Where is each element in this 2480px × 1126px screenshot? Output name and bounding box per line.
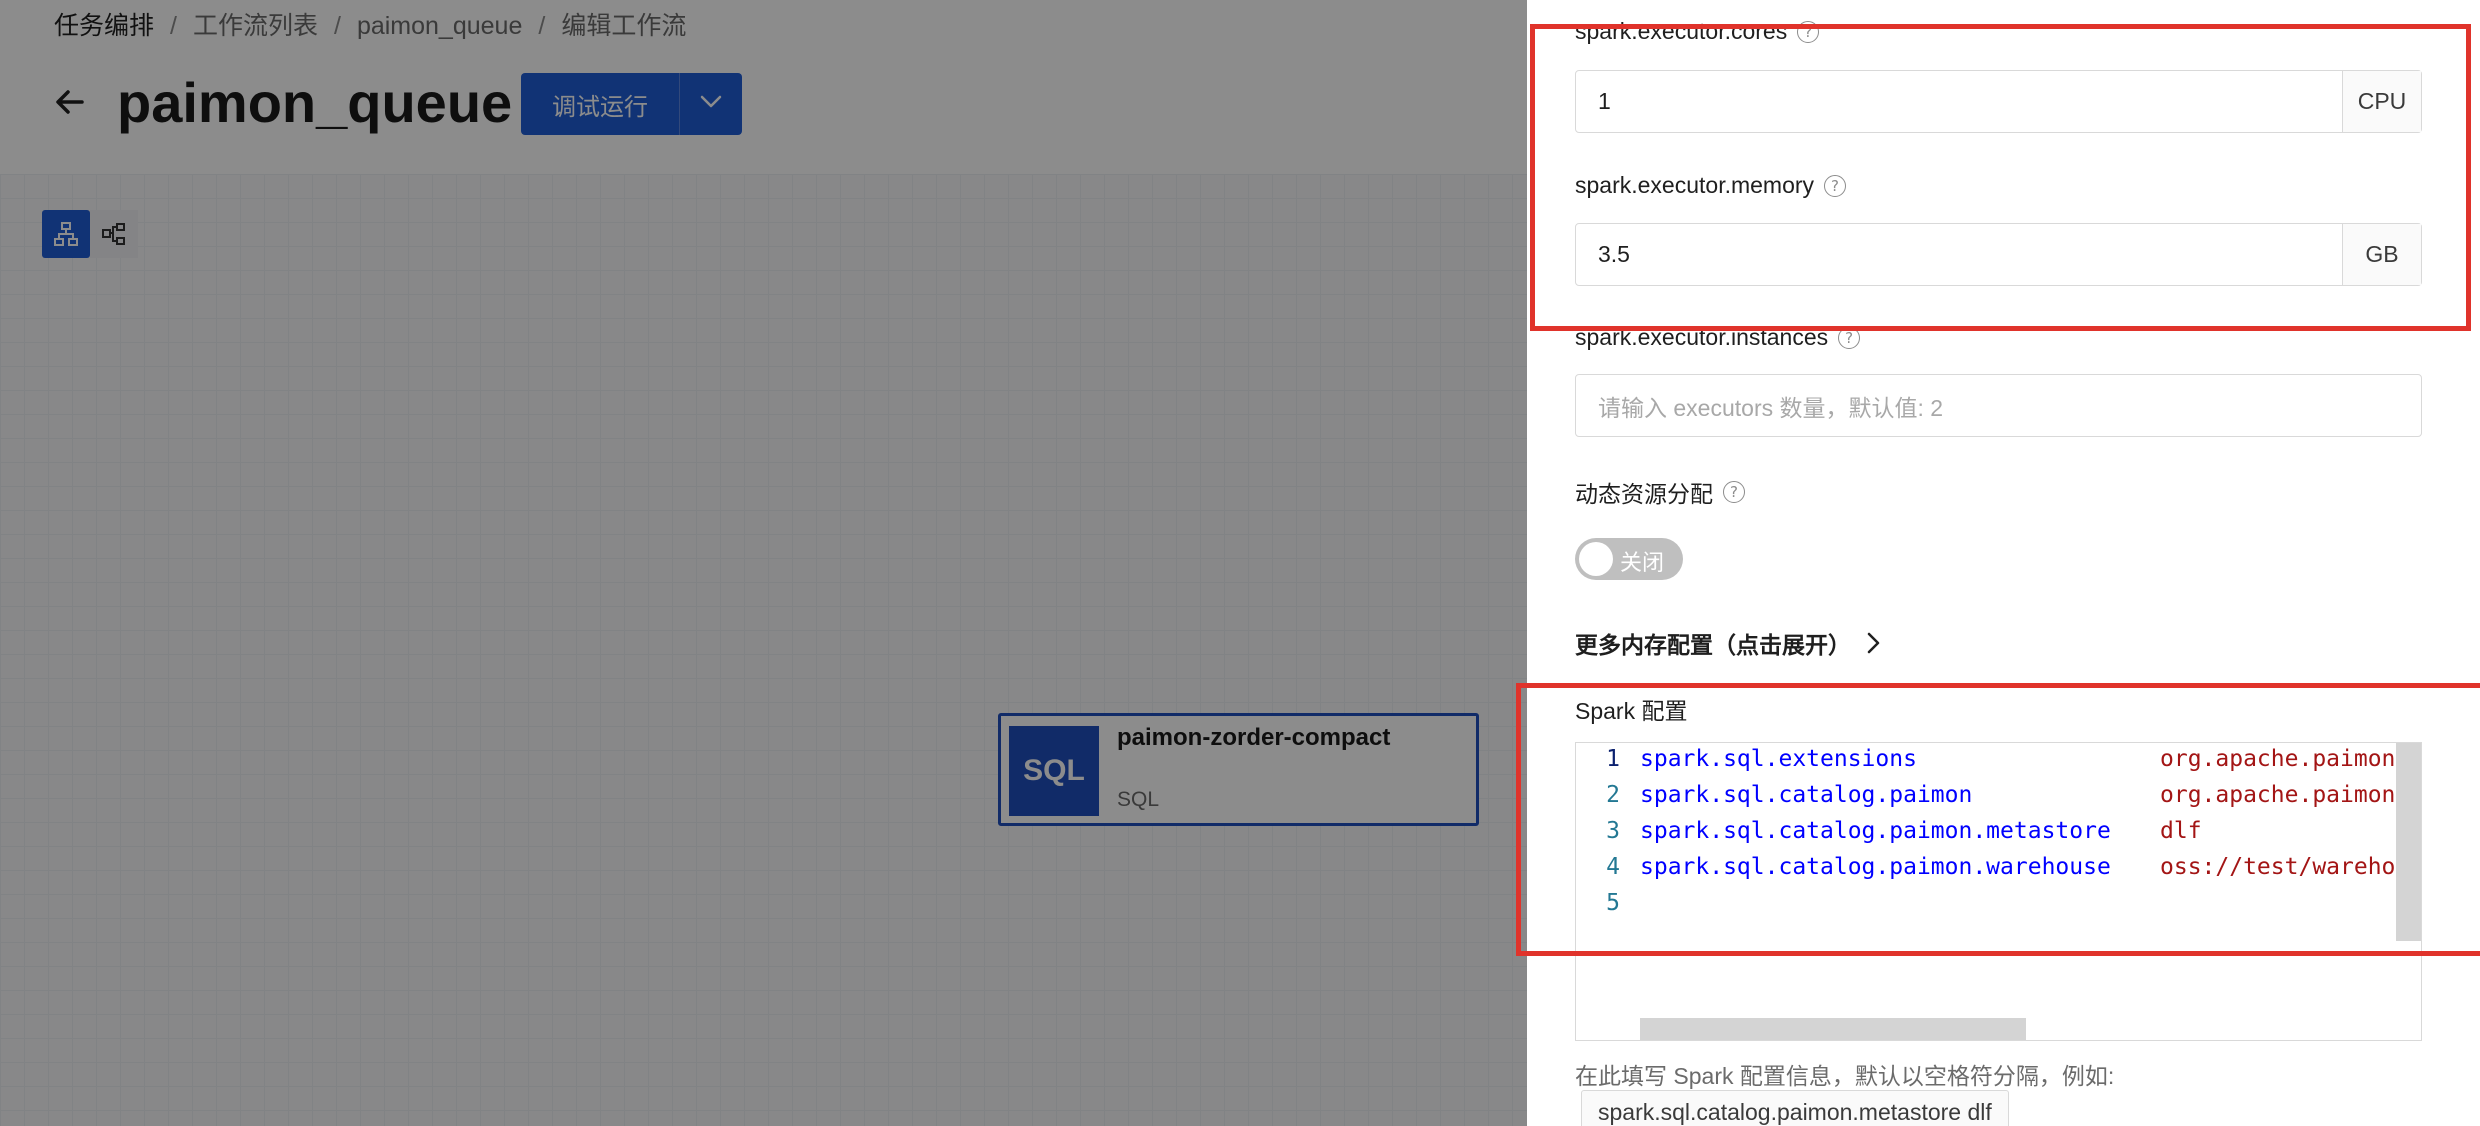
workflow-workspace: 任务编排 / 工作流列表 / paimon_queue / 编辑工作流 paimon_que… bbox=[0, 0, 1527, 1126]
modal-mask[interactable] bbox=[0, 0, 1527, 1126]
question-circle-icon[interactable]: ? bbox=[1723, 481, 1745, 503]
horizontal-scrollbar[interactable] bbox=[1640, 1018, 2026, 1040]
executor-instances-input[interactable]: 请输入 executors 数量，默认值: 2 bbox=[1575, 374, 2422, 437]
chevron-right-icon bbox=[1867, 632, 1881, 654]
dynamic-allocation-toggle[interactable]: 关闭 bbox=[1575, 538, 1683, 580]
annotation-box-spark-config bbox=[1516, 683, 2480, 956]
more-memory-config-expander[interactable]: 更多内存配置（点击展开） bbox=[1575, 626, 1881, 660]
spark-config-hint: 在此填写 Spark 配置信息，默认以空格符分隔，例如: bbox=[1575, 1063, 2115, 1089]
spark-config-example: spark.sql.catalog.paimon.metastore dlf bbox=[1581, 1090, 2009, 1126]
toggle-knob bbox=[1579, 542, 1613, 576]
dynamic-allocation-label: 动态资源分配 ? bbox=[1575, 475, 1745, 509]
toggle-text: 关闭 bbox=[1620, 550, 1665, 575]
annotation-box-executor bbox=[1530, 24, 2471, 331]
dynamic-allocation-label-text: 动态资源分配 bbox=[1575, 481, 1713, 507]
more-memory-config-label: 更多内存配置（点击展开） bbox=[1575, 632, 1851, 658]
